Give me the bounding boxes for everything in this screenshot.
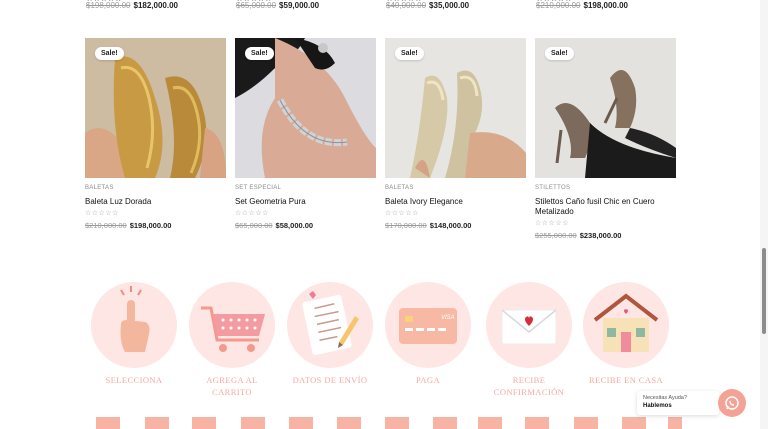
- step-circle: [583, 282, 669, 368]
- old-price: $210,000.00: [85, 221, 127, 230]
- product-title[interactable]: Set Geometria Pura: [235, 197, 376, 207]
- product-image[interactable]: Sale!: [385, 38, 526, 178]
- old-price: $255,000.00: [535, 231, 577, 240]
- sale-price: $198,000.00: [583, 1, 629, 10]
- card-brand-text: VISA: [441, 315, 455, 321]
- sale-price: $198,000.00: [129, 221, 172, 230]
- product-category[interactable]: STILETTOS: [535, 185, 676, 191]
- sale-price: $148,000.00: [429, 221, 472, 230]
- sale-badge: Sale!: [95, 47, 124, 60]
- product-title[interactable]: Stilettos Caño fusil Chic en Cuero Metal…: [535, 197, 676, 217]
- house-icon: [593, 293, 659, 352]
- old-price: $40,000.00: [386, 1, 427, 10]
- step-receive-at-home: RECIBE EN CASA: [581, 282, 671, 386]
- step-label: RECIBE EN CASA: [588, 375, 664, 385]
- decorative-block: [525, 417, 549, 429]
- step-circle: [189, 282, 275, 368]
- old-price: $65,000.00: [235, 221, 273, 230]
- help-question: Necesitas Ayuda?: [643, 395, 687, 401]
- decorative-block: [241, 417, 265, 429]
- old-price: $65,000.00: [236, 1, 277, 10]
- hand-pointer-icon: [120, 286, 150, 352]
- decorative-block: [385, 417, 409, 429]
- product-card[interactable]: Sale! BALETAS Baleta Luz Dorada ☆☆☆☆☆ $2…: [85, 38, 226, 230]
- decorative-block: [668, 417, 682, 429]
- top-item: ☆☆☆☆☆ $65,000.00$59,000.00: [236, 0, 319, 10]
- old-price: $198,000.00: [86, 1, 131, 10]
- help-bubble[interactable]: Necesitas Ayuda? Hablemos: [637, 391, 719, 415]
- product-price: $65,000.00 $58,000.00: [235, 221, 376, 230]
- old-price: $210,000.00: [536, 1, 581, 10]
- step-select: SELECCIONA: [89, 282, 179, 386]
- product-price: $210,000.00 $198,000.00: [85, 221, 226, 230]
- sale-price: $58,000.00: [275, 221, 314, 230]
- step-label: PAGA: [416, 375, 440, 385]
- top-item: ☆☆☆☆☆ $198,000.00$182,000.00: [86, 0, 178, 10]
- product-title[interactable]: Baleta Luz Dorada: [85, 197, 226, 207]
- rating-stars: ☆☆☆☆☆: [85, 210, 119, 217]
- step-label: DATOS DE ENVÍO: [292, 375, 368, 385]
- step-circle: [287, 282, 373, 368]
- rating-stars: ☆☆☆☆☆: [385, 210, 419, 217]
- step-receive-confirmation: RECIBE CONFIRMACIÓN: [484, 282, 574, 398]
- product-image[interactable]: Sale!: [235, 38, 376, 178]
- old-price: $170,000.00: [385, 221, 427, 230]
- sale-price: $35,000.00: [429, 1, 470, 10]
- step-circle: [486, 282, 572, 368]
- top-item: ☆☆☆☆☆ $210,000.00$198,000.00: [536, 0, 628, 10]
- whatsapp-icon: [725, 396, 739, 410]
- help-answer: Hablemos: [643, 403, 672, 409]
- step-label: SELECCIONA: [105, 375, 163, 385]
- product-price: $170,000.00 $148,000.00: [385, 221, 526, 230]
- sale-badge: Sale!: [245, 47, 274, 60]
- scrollbar-thumb[interactable]: [762, 248, 766, 334]
- scrollbar[interactable]: [760, 0, 768, 429]
- step-label: AGREGA AL CARRITO: [206, 375, 258, 397]
- decorative-block: [574, 417, 598, 429]
- decorative-block: [96, 417, 120, 429]
- decorative-block: [433, 417, 457, 429]
- form-pencil-icon: [302, 291, 359, 356]
- product-price: $255,000.00 $238,000.00: [535, 231, 676, 240]
- decorative-block: [192, 417, 216, 429]
- shopping-cart-icon: [201, 306, 265, 352]
- decorative-block: [337, 417, 361, 429]
- decorative-block: [478, 417, 502, 429]
- step-shipping-data: DATOS DE ENVÍO: [285, 282, 375, 386]
- sale-price: $59,000.00: [279, 1, 320, 10]
- product-card[interactable]: Sale! BALETAS Baleta Ivory Elegance ☆☆☆☆…: [385, 38, 526, 230]
- product-image[interactable]: Sale!: [85, 38, 226, 178]
- step-label: RECIBE CONFIRMACIÓN: [493, 375, 565, 397]
- product-category[interactable]: BALETAS: [385, 185, 526, 191]
- credit-card-icon: VISA: [399, 308, 457, 344]
- product-image[interactable]: Sale!: [535, 38, 676, 178]
- rating-stars: ☆☆☆☆☆: [535, 220, 569, 227]
- page: ☆☆☆☆☆ $198,000.00$182,000.00 ☆☆☆☆☆ $65,0…: [0, 0, 768, 429]
- decorative-block: [289, 417, 313, 429]
- step-add-to-cart: AGREGA AL CARRITO: [187, 282, 277, 398]
- product-category[interactable]: BALETAS: [85, 185, 226, 191]
- decorative-block: [145, 417, 169, 429]
- sale-badge: Sale!: [545, 47, 574, 60]
- step-circle: [91, 282, 177, 368]
- top-product-row: ☆☆☆☆☆ $198,000.00$182,000.00 ☆☆☆☆☆ $65,0…: [0, 0, 760, 18]
- whatsapp-button[interactable]: [718, 389, 746, 417]
- step-circle: VISA: [385, 282, 471, 368]
- rating-stars: ☆☆☆☆☆: [235, 210, 269, 217]
- product-title[interactable]: Baleta Ivory Elegance: [385, 197, 526, 207]
- sale-price: $182,000.00: [133, 1, 179, 10]
- decorative-block: [622, 417, 646, 429]
- sale-badge: Sale!: [395, 47, 424, 60]
- top-item: ☆☆☆☆☆ $40,000.00$35,000.00: [386, 0, 469, 10]
- product-category[interactable]: SET ESPECIAL: [235, 185, 376, 191]
- step-pay: VISA PAGA: [383, 282, 473, 386]
- product-card[interactable]: Sale! STILETTOS Stilettos Caño fusil Chi…: [535, 38, 676, 240]
- sale-price: $238,000.00: [579, 231, 622, 240]
- envelope-heart-icon: [501, 309, 557, 345]
- product-card[interactable]: Sale! SET ESPECIAL Set Geometria Pura ☆☆…: [235, 38, 376, 230]
